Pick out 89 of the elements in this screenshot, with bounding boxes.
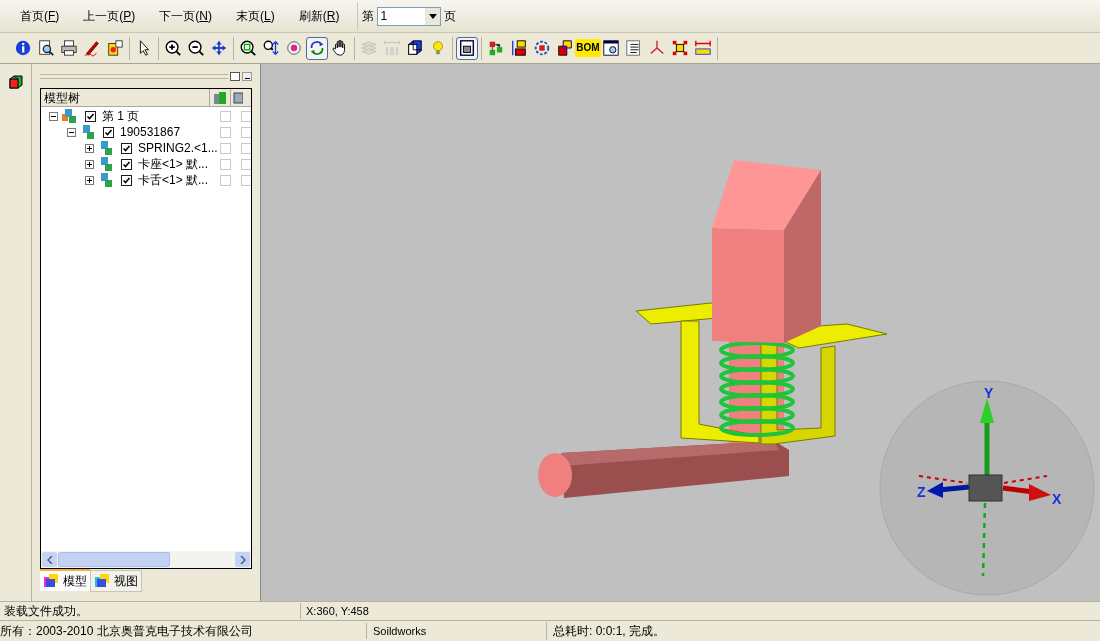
tree-item[interactable]: 190531867 (120, 126, 181, 138)
horizontal-scrollbar[interactable] (41, 551, 251, 568)
axis-label: Z (917, 484, 926, 500)
expand-toggle[interactable] (85, 175, 94, 185)
tree-item[interactable]: 卡舌<1> 默... (138, 174, 209, 186)
tree-item[interactable]: 卡座<1> 默... (138, 158, 209, 170)
column-icon (213, 90, 227, 105)
model-viewport[interactable]: Y Z X (261, 64, 1100, 601)
axis-label: X (1052, 491, 1062, 507)
checkbox[interactable] (85, 110, 96, 122)
printer-icon (60, 39, 78, 57)
menu-item[interactable]: 下一页(N) (147, 7, 225, 25)
page-label: 页 (444, 8, 457, 25)
checkbox[interactable] (121, 158, 132, 170)
tool-button[interactable] (456, 36, 478, 60)
display-icon (458, 39, 476, 57)
move-arrows-icon (210, 39, 228, 57)
bounding-icon (671, 39, 689, 57)
expand-toggle[interactable] (85, 143, 94, 153)
explode-icon (533, 39, 551, 57)
tab-icon (94, 573, 110, 589)
column-checkbox[interactable] (241, 174, 251, 186)
zoom-window-icon (239, 39, 257, 57)
info-icon (14, 39, 32, 57)
page-label: 第 (362, 8, 375, 25)
column-checkbox[interactable] (220, 142, 231, 154)
spin-icon (285, 39, 303, 57)
panel-grip[interactable] (40, 73, 228, 79)
restore-button[interactable] (230, 71, 240, 81)
menu-item[interactable]: 首页(F) (8, 7, 72, 25)
elapsed-time: 总耗时: 0:0:1, 完成。 (546, 622, 666, 640)
menu-item[interactable]: 上一页(P) (71, 7, 148, 25)
cubes-icon (556, 39, 574, 57)
plus-icon (86, 176, 93, 184)
layers-icon (360, 39, 378, 57)
column-checkbox[interactable] (241, 142, 251, 154)
dropdown-caret-icon (428, 13, 437, 19)
column-icon (233, 90, 243, 105)
table-search-icon (602, 39, 620, 57)
source-format: Soildworks (366, 622, 546, 640)
zoom-out-icon (187, 39, 205, 57)
status-coordinates: X:360, Y:458 (300, 602, 369, 620)
align-icon (510, 39, 528, 57)
collapse-toggle[interactable] (67, 127, 76, 137)
expand-toggle[interactable] (85, 159, 94, 169)
tool-button[interactable] (306, 36, 328, 60)
panel-tab[interactable]: 视图 (90, 570, 142, 592)
checkbox[interactable] (103, 126, 114, 138)
parts-icon (487, 39, 505, 57)
axis-label: Y (984, 385, 994, 401)
tree-item[interactable]: SPRING2.<1... (138, 142, 218, 154)
print-preview-icon (37, 39, 55, 57)
menu-item[interactable]: 刷新(R) (286, 7, 352, 25)
tab-icon (43, 573, 59, 589)
minimize-button[interactable] (242, 71, 252, 81)
column-checkbox[interactable] (241, 110, 251, 122)
assembly-icon (61, 108, 77, 124)
column-checkbox[interactable] (220, 158, 231, 170)
scroll-right-icon[interactable] (239, 555, 246, 564)
column-checkbox[interactable] (220, 126, 231, 138)
column-checkbox[interactable] (220, 174, 231, 186)
status-message: 装载文件成功。 (3, 603, 89, 620)
column-checkbox[interactable] (241, 126, 251, 138)
zoom-arrows-icon (262, 39, 280, 57)
cube-icon (406, 39, 424, 57)
axis-gizmo-drawing[interactable] (879, 380, 1095, 596)
cube-icon[interactable] (7, 74, 24, 90)
checkbox[interactable] (121, 174, 132, 186)
export-icon (106, 39, 124, 57)
scroll-left-icon[interactable] (46, 555, 53, 564)
pmi-icon (383, 39, 401, 57)
list-icon (625, 39, 643, 57)
tree-item[interactable]: 第 1 页 (102, 110, 140, 122)
page-select[interactable]: 1 (377, 6, 442, 26)
checkbox[interactable] (121, 142, 132, 154)
measure-icon (694, 39, 712, 57)
column-checkbox[interactable] (220, 110, 231, 122)
rotate-icon (308, 39, 326, 57)
plus-icon (86, 144, 93, 152)
plus-icon (86, 160, 93, 168)
column-header: 模型树 (43, 89, 81, 107)
column-checkbox[interactable] (241, 158, 251, 170)
axes-icon (648, 39, 666, 57)
pen-icon (83, 39, 101, 57)
menu-item[interactable]: 末页(L) (224, 7, 287, 25)
copyright-text: 所有：2003-2010 北京奥普克电子技术有限公司 (0, 623, 254, 640)
zoom-in-icon (164, 39, 182, 57)
collapse-toggle[interactable] (49, 111, 58, 121)
panel-tab[interactable]: 模型 (40, 569, 90, 591)
